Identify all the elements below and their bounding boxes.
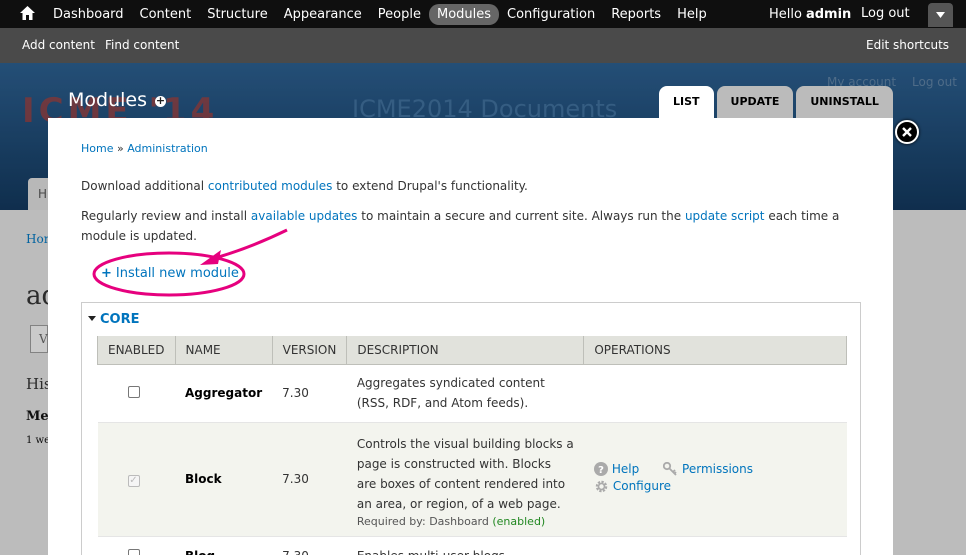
available-updates-link[interactable]: available updates xyxy=(251,209,358,223)
module-description: Enables multi-user blogs. xyxy=(357,540,574,555)
toolbar-menu-bar: Dashboard Content Structure Appearance P… xyxy=(0,0,966,28)
module-description: Aggregates syndicated content (RSS, RDF,… xyxy=(356,376,545,410)
enabled-cell xyxy=(97,536,176,555)
page-title: Modules xyxy=(68,89,147,111)
required-status: (enabled) xyxy=(492,515,546,528)
hello-text: Hello xyxy=(769,6,802,22)
tab-update[interactable]: UPDATE xyxy=(716,86,794,118)
enable-blog-checkbox[interactable] xyxy=(127,548,140,555)
modules-table: ENABLED NAME VERSION DESCRIPTION OPERATI… xyxy=(97,336,847,555)
breadcrumb-home[interactable]: Home xyxy=(81,142,113,155)
logout-link[interactable]: Log out xyxy=(861,0,910,28)
help-operation[interactable]: ? Help xyxy=(593,461,639,476)
core-fieldset-toggle[interactable]: CORE xyxy=(88,312,139,327)
user-greeting: Hello admin xyxy=(769,0,851,28)
menu-reports[interactable]: Reports xyxy=(603,4,669,25)
overlay-content: Home » Administration Download additiona… xyxy=(48,118,893,555)
description-cell: Aggregates syndicated content (RSS, RDF,… xyxy=(346,364,584,423)
plus-icon: + xyxy=(101,266,112,281)
tab-list[interactable]: LIST xyxy=(659,86,714,118)
description-cell: Enables multi-user blogs. xyxy=(346,536,584,555)
module-name: Block xyxy=(175,422,273,537)
tab-uninstall[interactable]: UNINSTALL xyxy=(796,86,893,118)
enable-block-checkbox: ✓ xyxy=(127,474,140,487)
overlay-close-button[interactable] xyxy=(895,120,919,144)
key-icon xyxy=(663,461,677,476)
overlay-tabs: LIST UPDATE UNINSTALL xyxy=(659,86,896,118)
svg-text:?: ? xyxy=(598,465,604,476)
module-description: Controls the visual building blocks a pa… xyxy=(356,437,574,511)
col-description: DESCRIPTION xyxy=(346,336,585,365)
shortcuts-drawer-toggle[interactable] xyxy=(928,3,953,27)
install-new-module-action[interactable]: + Install new module xyxy=(101,266,239,281)
col-operations: OPERATIONS xyxy=(583,336,847,365)
chevron-down-icon xyxy=(936,12,945,18)
module-name: Blog xyxy=(175,536,273,555)
core-fieldset-label: CORE xyxy=(100,312,140,327)
breadcrumb-administration[interactable]: Administration xyxy=(127,142,208,155)
table-header-row: ENABLED NAME VERSION DESCRIPTION OPERATI… xyxy=(97,336,847,365)
admin-toolbar: Dashboard Content Structure Appearance P… xyxy=(0,0,966,63)
intro-text: Download additional contributed modules … xyxy=(81,176,866,196)
menu-appearance[interactable]: Appearance xyxy=(276,4,370,25)
enable-aggregator-checkbox[interactable] xyxy=(127,385,140,398)
install-new-module-link[interactable]: Install new module xyxy=(116,266,239,281)
menu-dashboard[interactable]: Dashboard xyxy=(45,4,132,25)
configure-link[interactable]: Configure xyxy=(613,479,671,493)
shortcut-add-content[interactable]: Add content xyxy=(22,38,95,52)
col-version: VERSION xyxy=(271,336,348,365)
col-name: NAME xyxy=(174,336,273,365)
updates-pre: Regularly review and install xyxy=(81,209,248,223)
required-by-text: Required by: Dashboard xyxy=(356,515,489,528)
user-name-link[interactable]: admin xyxy=(806,7,851,22)
intro-pre: Download additional xyxy=(81,179,205,193)
enabled-cell: ✓ xyxy=(97,422,176,537)
updates-text: Regularly review and install available u… xyxy=(81,206,866,246)
shortcut-find-content[interactable]: Find content xyxy=(105,38,179,52)
edit-shortcuts-link[interactable]: Edit shortcuts xyxy=(866,38,949,52)
module-name: Aggregator xyxy=(175,364,273,423)
menu-people[interactable]: People xyxy=(370,4,429,25)
add-shortcut-icon[interactable]: + xyxy=(155,95,166,107)
breadcrumb: Home » Administration xyxy=(81,142,208,155)
updates-mid: to maintain a secure and current site. A… xyxy=(361,209,682,223)
menu-configuration[interactable]: Configuration xyxy=(499,4,603,25)
required-by: Required by: Dashboard (enabled) xyxy=(357,514,574,530)
configure-operation[interactable]: Configure xyxy=(594,479,671,494)
help-icon: ? xyxy=(593,461,608,476)
permissions-operation[interactable]: Permissions xyxy=(663,461,753,476)
operations-cell: ? Help Permissions Configure xyxy=(583,422,847,537)
intro-post: to extend Drupal's functionality. xyxy=(336,179,528,193)
table-row: ✓ Block 7.30 Controls the visual buildin… xyxy=(97,422,847,537)
contributed-modules-link[interactable]: contributed modules xyxy=(208,179,332,193)
menu-structure[interactable]: Structure xyxy=(199,4,275,25)
help-link[interactable]: Help xyxy=(612,462,639,476)
col-enabled: ENABLED xyxy=(97,336,176,365)
home-icon[interactable] xyxy=(20,6,35,20)
update-script-link[interactable]: update script xyxy=(685,209,765,223)
operations-cell xyxy=(583,364,847,423)
table-row: Aggregator 7.30 Aggregates syndicated co… xyxy=(97,364,847,423)
description-cell: Controls the visual building blocks a pa… xyxy=(346,422,584,537)
operations-cell xyxy=(583,536,847,555)
permissions-link[interactable]: Permissions xyxy=(682,462,753,476)
collapse-triangle-icon xyxy=(88,316,96,321)
overlay-title: Modules + xyxy=(68,89,166,111)
module-version: 7.30 xyxy=(272,364,347,423)
core-fieldset: CORE ENABLED NAME VERSION DESCRIPTION OP… xyxy=(81,302,861,555)
module-version: 7.30 xyxy=(272,536,347,555)
enabled-cell xyxy=(97,364,176,423)
close-icon xyxy=(902,127,912,137)
gear-icon xyxy=(595,480,608,492)
menu-content[interactable]: Content xyxy=(132,4,200,25)
breadcrumb-separator: » xyxy=(116,142,124,155)
menu-modules[interactable]: Modules xyxy=(428,3,500,25)
module-version: 7.30 xyxy=(272,422,347,537)
shortcuts-bar: Add content Find content Edit shortcuts xyxy=(0,28,966,63)
table-row: Blog 7.30 Enables multi-user blogs. xyxy=(97,536,847,555)
toolbar-menu: Dashboard Content Structure Appearance P… xyxy=(45,0,715,28)
menu-help[interactable]: Help xyxy=(669,4,715,25)
